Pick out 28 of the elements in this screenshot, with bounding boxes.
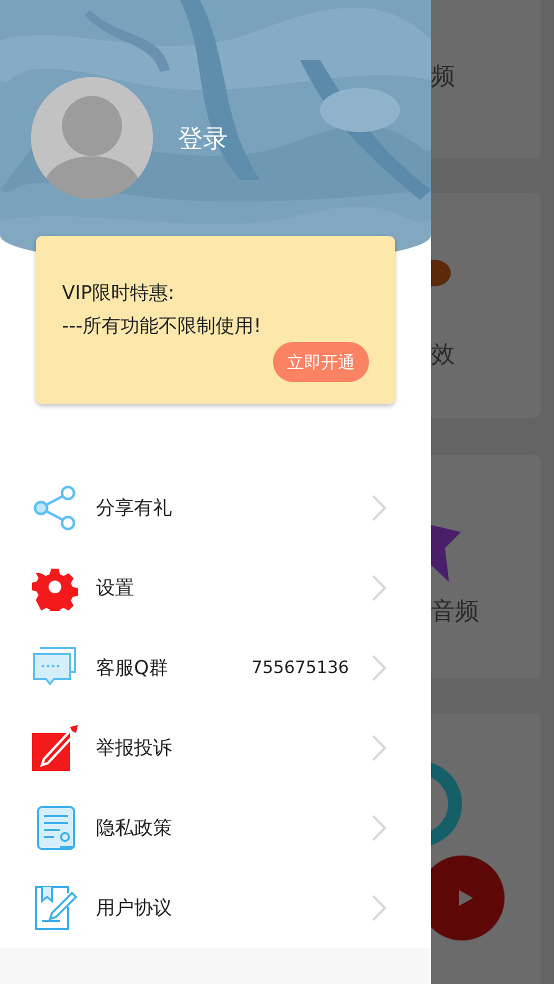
vip-title: VIP限时特惠: xyxy=(62,281,174,306)
avatar-icon[interactable] xyxy=(31,77,153,199)
chevron-icon xyxy=(371,734,387,762)
menu-label: 举报投诉 xyxy=(96,736,172,762)
agreement-icon xyxy=(32,885,78,932)
chevron-icon xyxy=(371,814,387,842)
menu-item[interactable]: 客服Q群 755675136 xyxy=(0,628,431,708)
vip-subtitle: ---所有功能不限制使用! xyxy=(62,314,262,339)
card-title: 效 xyxy=(431,339,455,370)
chevron-icon xyxy=(371,494,387,522)
menu-item[interactable]: 分享有礼 xyxy=(0,468,431,548)
card-title: 音频 xyxy=(431,596,479,627)
menu-label: 分享有礼 xyxy=(96,496,172,522)
share-icon xyxy=(32,485,78,532)
group-number: 755675136 xyxy=(252,658,349,678)
chevron-icon xyxy=(371,574,387,602)
menu-item[interactable]: 用户协议 xyxy=(0,868,431,948)
menu-label: 设置 xyxy=(96,576,134,602)
chevron-icon xyxy=(371,654,387,682)
menu-label: 用户协议 xyxy=(96,896,172,922)
chevron-icon xyxy=(371,894,387,922)
menu-item[interactable]: 隐私政策 xyxy=(0,788,431,868)
menu-label: 客服Q群 xyxy=(96,656,168,682)
menu-item[interactable]: 举报投诉 xyxy=(0,708,431,788)
menu-label: 隐私政策 xyxy=(96,816,172,842)
menu-item[interactable]: 设置 xyxy=(0,548,431,628)
login-link[interactable]: 登录 xyxy=(178,122,228,155)
card-title: 频 xyxy=(431,61,455,92)
